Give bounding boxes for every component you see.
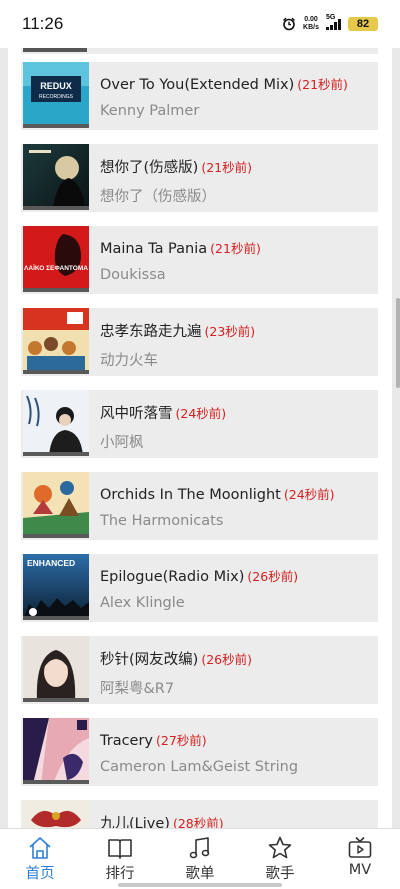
song-artist: 阿梨粤&R7 <box>100 681 175 697</box>
album-cover: ENHANCED <box>23 554 89 620</box>
song-artist: 小阿枫 <box>100 435 144 451</box>
album-cover <box>23 390 89 456</box>
played-time: (21秒前) <box>297 77 348 92</box>
signal-label: 5G <box>326 14 336 21</box>
song-title: Maina Ta Pania <box>100 241 208 257</box>
scrollbar-thumb[interactable] <box>396 298 400 388</box>
song-artist: Cameron Lam&Geist String <box>100 759 299 775</box>
album-cover <box>23 636 89 702</box>
song-item[interactable]: 想你了(伤感版) (21秒前) 想你了（伤感版） <box>21 144 378 212</box>
played-time: (26秒前) <box>247 569 299 584</box>
song-title-line: 风中听落雪 (24秒前) <box>100 402 375 423</box>
bottom-tab-bar: 首页 排行 歌单 歌手 MV <box>0 828 400 889</box>
song-title-line: 忠孝东路走九遍 (23秒前) <box>100 320 375 341</box>
song-title: Epilogue(Radio Mix) <box>100 569 245 585</box>
home-indicator[interactable] <box>118 883 282 887</box>
played-time: (27秒前) <box>156 733 207 748</box>
album-cover <box>23 718 89 784</box>
song-artist: The Harmonicats <box>100 513 224 529</box>
song-item[interactable]: REDUX RECORDINGS Over To You(Extended Mi… <box>21 62 378 130</box>
album-cover <box>23 472 89 538</box>
tab-mv[interactable]: MV <box>320 829 400 889</box>
song-title-line: Tracery (27秒前) <box>100 730 375 749</box>
played-time: (26秒前) <box>201 652 252 667</box>
played-time: (24秒前) <box>283 487 335 502</box>
music-note-icon <box>189 837 210 859</box>
song-item[interactable]: 秒针(网友改编) (26秒前) 阿梨粤&R7 <box>21 636 378 704</box>
tab-playlist[interactable]: 歌单 <box>160 829 240 889</box>
song-item[interactable]: Tracery (27秒前) Cameron Lam&Geist String <box>21 718 378 786</box>
song-title: 风中听落雪 <box>100 406 173 422</box>
svg-text:ΛΑΪΚΟ ΣΕΦΑΝΤΟΜΑ: ΛΑΪΚΟ ΣΕΦΑΝΤΟΜΑ <box>24 264 88 272</box>
song-item[interactable]: 九儿(Live) (28秒前) <box>21 800 378 828</box>
song-title: 九儿(Live) <box>100 816 170 828</box>
star-icon <box>268 836 292 859</box>
album-cover <box>23 144 89 210</box>
song-title-line: Epilogue(Radio Mix) (26秒前) <box>100 566 375 585</box>
song-title-line: Over To You(Extended Mix) (21秒前) <box>100 74 375 93</box>
played-time: (21秒前) <box>201 160 252 175</box>
signal-icon: 5G <box>326 14 341 30</box>
song-title: Orchids In The Moonlight <box>100 487 281 503</box>
tab-label: 首页 <box>25 866 55 882</box>
tv-icon <box>348 836 372 858</box>
album-cover: REDUX RECORDINGS <box>23 62 89 128</box>
played-time: (28秒前) <box>172 816 224 828</box>
home-icon <box>29 837 51 859</box>
tab-home[interactable]: 首页 <box>0 829 80 889</box>
tab-artist[interactable]: 歌手 <box>240 829 320 889</box>
song-artist: Doukissa <box>100 267 166 283</box>
status-icons: 0.00 KB/s 5G 82 <box>282 14 378 33</box>
tab-ranking[interactable]: 排行 <box>80 829 160 889</box>
album-cover: ΛΑΪΚΟ ΣΕΦΑΝΤΟΜΑ <box>23 226 89 292</box>
song-title: Over To You(Extended Mix) <box>100 77 295 93</box>
song-item[interactable]: 风中听落雪 (24秒前) 小阿枫 <box>21 390 378 458</box>
song-title: Tracery <box>100 733 154 749</box>
song-list[interactable]: REDUX RECORDINGS Over To You(Extended Mi… <box>0 48 400 828</box>
song-item[interactable]: 忠孝东路走九遍 (23秒前) 动力火车 <box>21 308 378 376</box>
song-title-line: Orchids In The Moonlight (24秒前) <box>100 484 375 503</box>
status-bar: 11:26 0.00 KB/s 5G 82 <box>0 0 400 48</box>
song-item[interactable]: Orchids In The Moonlight (24秒前) The Harmo… <box>21 472 378 540</box>
song-title-line: 想你了(伤感版) (21秒前) <box>100 156 375 177</box>
list-item-partial-top[interactable] <box>21 48 378 54</box>
song-title-line: Maina Ta Pania (21秒前) <box>100 238 375 257</box>
alarm-icon <box>283 17 296 31</box>
book-icon <box>108 839 132 859</box>
song-title: 忠孝东路走九遍 <box>100 324 202 340</box>
svg-text:RECORDINGS: RECORDINGS <box>39 94 74 100</box>
net-speed-unit: KB/s <box>303 24 319 31</box>
tab-label: MV <box>348 862 372 878</box>
played-time: (21秒前) <box>210 241 261 256</box>
album-cover <box>23 308 89 374</box>
song-title-line: 九儿(Live) (28秒前) <box>100 812 375 828</box>
song-title-line: 秒针(网友改编) (26秒前) <box>100 648 375 669</box>
song-artist: Kenny Palmer <box>100 103 200 119</box>
net-speed-value: 0.00 <box>304 16 318 23</box>
battery-indicator: 82 <box>348 17 378 31</box>
svg-text:REDUX: REDUX <box>40 81 72 91</box>
tab-label: 歌手 <box>265 866 295 882</box>
song-title: 想你了(伤感版) <box>100 160 199 176</box>
played-time: (24秒前) <box>175 406 227 421</box>
net-speed: 0.00 KB/s <box>303 16 319 32</box>
tab-label: 歌单 <box>185 866 215 882</box>
song-item[interactable]: ENHANCED Epilogue(Radio Mix) (26秒前) Alex … <box>21 554 378 622</box>
played-time: (23秒前) <box>204 324 256 339</box>
song-title: 秒针(网友改编) <box>100 652 199 668</box>
tab-label: 排行 <box>105 866 135 882</box>
song-item[interactable]: ΛΑΪΚΟ ΣΕΦΑΝΤΟΜΑ Maina Ta Pania (21秒前) Dou… <box>21 226 378 294</box>
svg-text:ENHANCED: ENHANCED <box>27 558 75 568</box>
song-artist: 想你了（伤感版） <box>100 189 216 205</box>
album-cover <box>23 800 89 828</box>
status-time: 11:26 <box>22 14 64 33</box>
song-artist: Alex Klingle <box>100 595 185 611</box>
song-artist: 动力火车 <box>100 353 158 369</box>
